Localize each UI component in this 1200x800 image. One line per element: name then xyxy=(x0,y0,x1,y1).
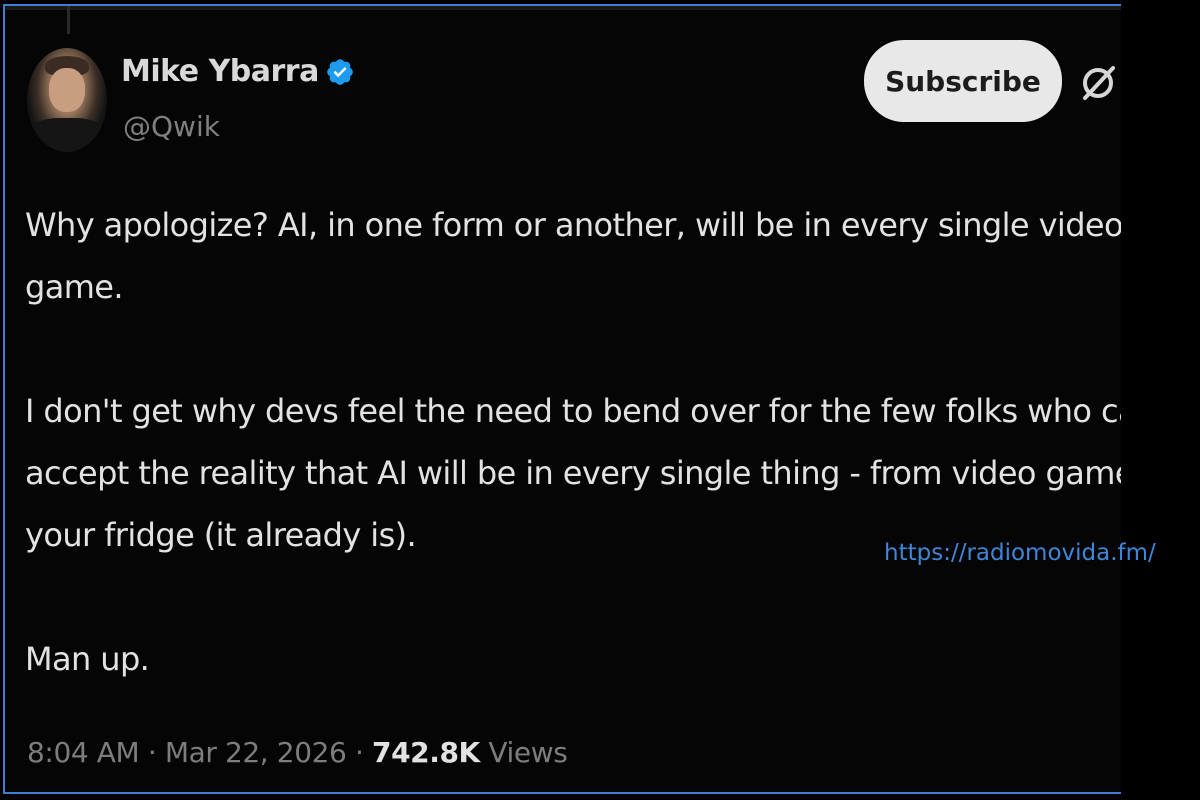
watermark-url: https://radiomovida.fm/ xyxy=(884,540,1156,566)
tweet-line: game. xyxy=(25,268,124,306)
avatar-face xyxy=(49,68,85,112)
author-name[interactable]: Mike Ybarra xyxy=(121,54,319,89)
tweet-date[interactable]: Mar 22, 2026 xyxy=(165,736,347,769)
top-bar xyxy=(5,6,1121,10)
tweet-card: Mike Ybarra @Qwik Subscribe Why apologiz… xyxy=(3,4,1121,794)
tweet-meta: 8:04 AM · Mar 22, 2026 · 742.8K Views xyxy=(27,736,568,769)
tweet-time[interactable]: 8:04 AM xyxy=(27,736,140,769)
avatar-shirt xyxy=(27,118,107,152)
meta-separator: · xyxy=(147,736,165,769)
tweet-text: Why apologize? AI, in one form or anothe… xyxy=(25,194,1121,690)
subscribe-button[interactable]: Subscribe xyxy=(864,40,1062,122)
tweet-line: I don't get why devs feel the need to be… xyxy=(25,392,1121,430)
divider xyxy=(67,6,70,34)
tweet-line: Why apologize? AI, in one form or anothe… xyxy=(25,206,1121,244)
meta-separator: · xyxy=(354,736,372,769)
verified-badge-icon xyxy=(327,58,353,85)
grok-icon[interactable] xyxy=(1077,62,1119,104)
tweet-line: accept the reality that AI will be in ev… xyxy=(25,454,1121,492)
screenshot-frame: Mike Ybarra @Qwik Subscribe Why apologiz… xyxy=(0,0,1200,800)
tweet-line: Man up. xyxy=(25,640,150,678)
views-count: 742.8K xyxy=(371,736,480,769)
views-label: Views xyxy=(488,736,568,769)
avatar[interactable] xyxy=(27,48,107,152)
author-handle[interactable]: @Qwik xyxy=(123,110,220,143)
author-name-row[interactable]: Mike Ybarra xyxy=(121,54,355,89)
